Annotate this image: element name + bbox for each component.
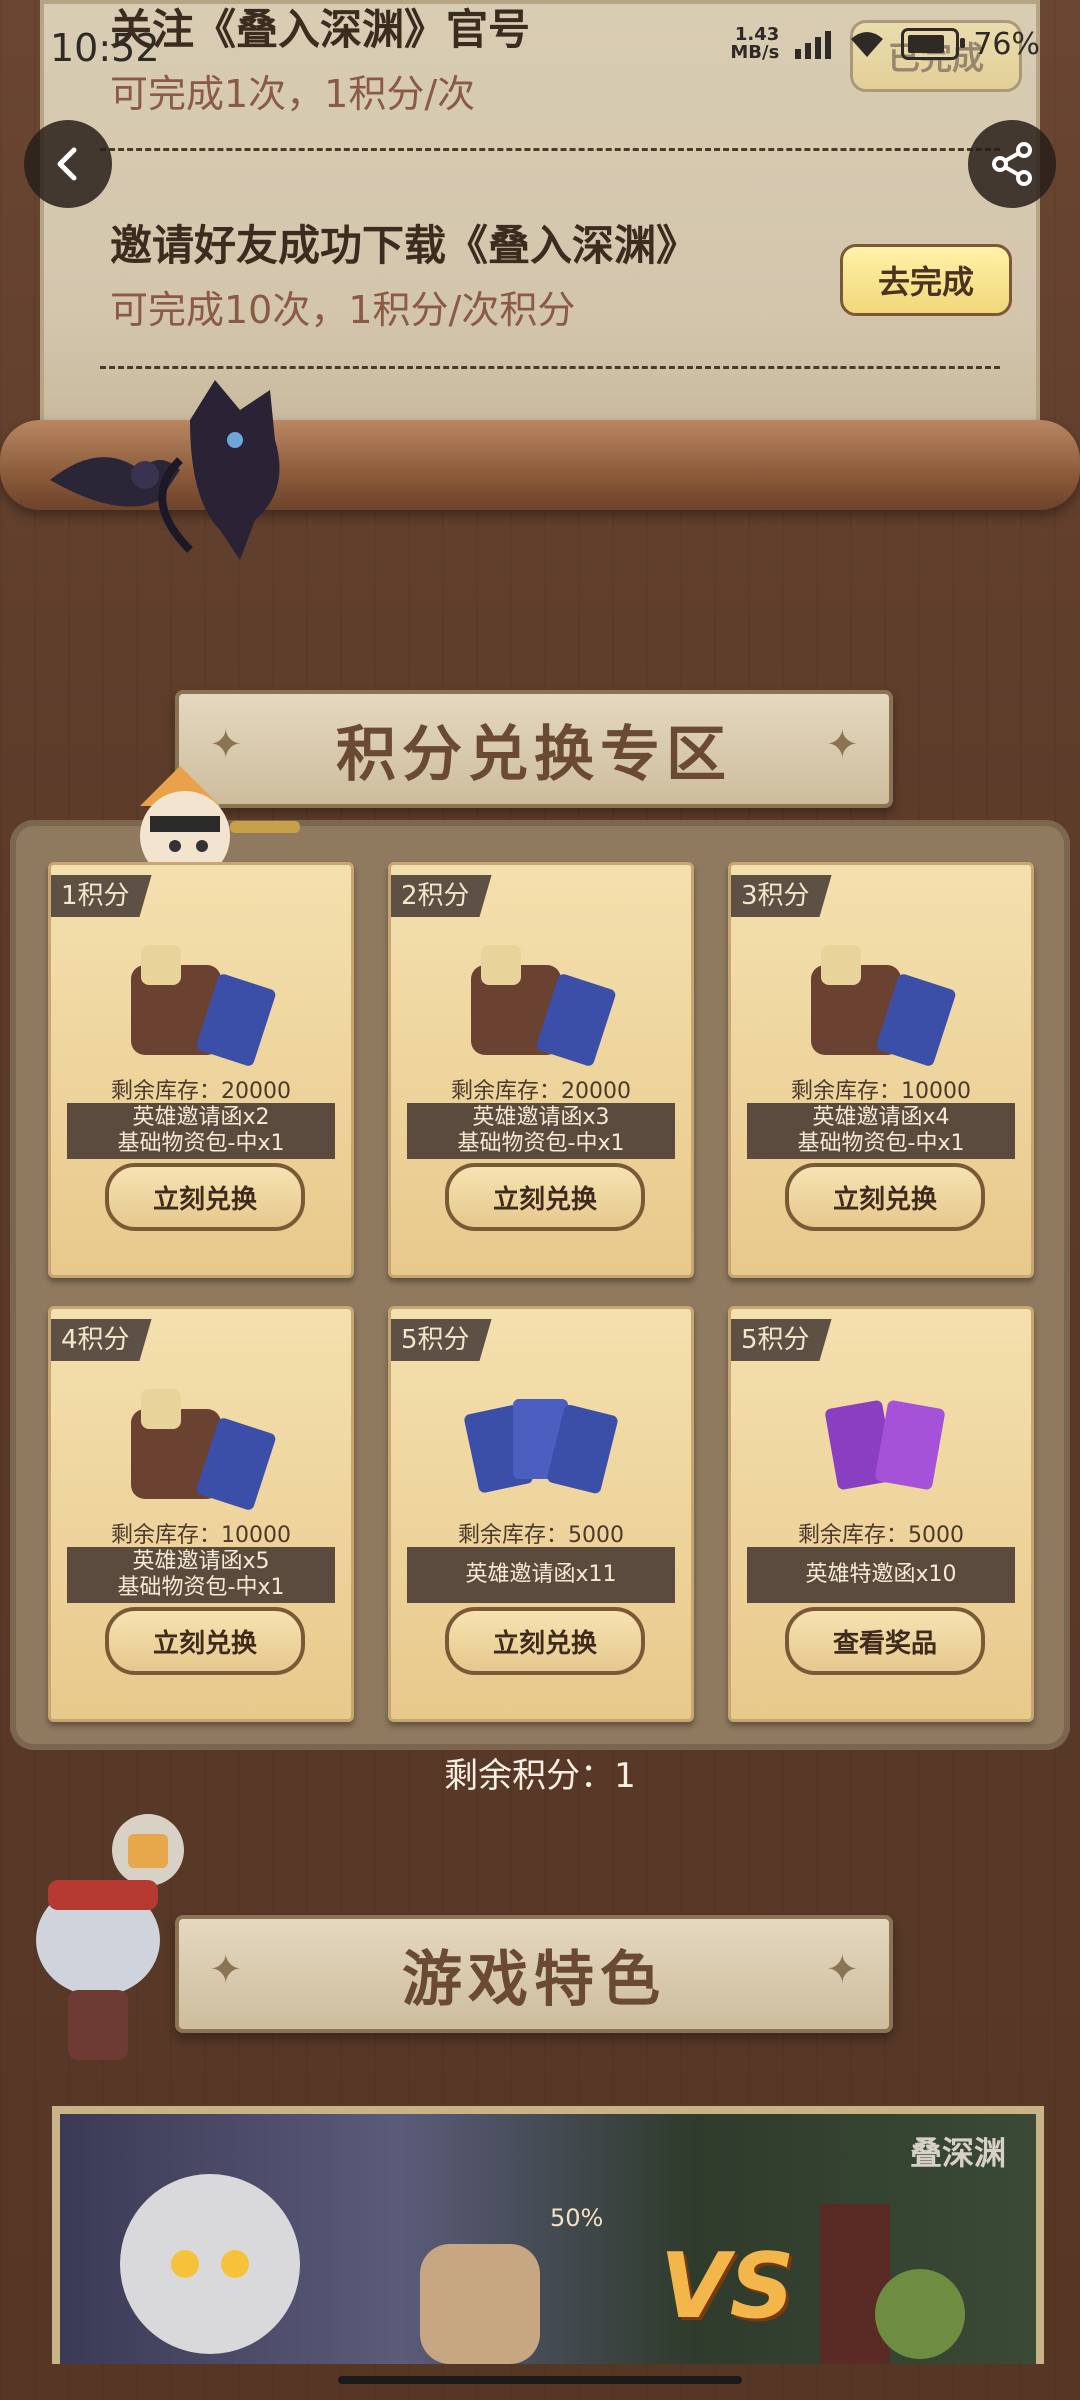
reward-line: 基础物资包-中x1 (117, 1131, 285, 1156)
exchange-card: 3积分 剩余库存：10000 英雄邀请函x4 基础物资包-中x1 立刻兑换 (728, 862, 1034, 1278)
reward-line: 基础物资包-中x1 (797, 1131, 965, 1156)
points-tag: 4积分 (51, 1319, 152, 1361)
exchange-card: 2积分 剩余库存：20000 英雄邀请函x3 基础物资包-中x1 立刻兑换 (388, 862, 694, 1278)
redeem-button[interactable]: 立刻兑换 (105, 1163, 305, 1231)
game-scene-illustration (120, 2174, 965, 2364)
redeem-button[interactable]: 立刻兑换 (785, 1163, 985, 1231)
home-indicator[interactable] (338, 2376, 742, 2384)
reward-line: 基础物资包-中x1 (457, 1131, 625, 1156)
network-speed: 1.43 MB/s (730, 26, 779, 62)
status-right-group: 1.43 MB/s 76% (730, 26, 1040, 62)
points-tag: 2积分 (391, 875, 492, 917)
battery-icon (901, 28, 966, 60)
reward-line: 英雄邀请函x2 (132, 1105, 270, 1130)
status-time: 10:52 (50, 26, 160, 70)
points-tag: 5积分 (391, 1319, 492, 1361)
status-bar: 10:52 1.43 MB/s 76% (0, 0, 1080, 100)
reward-description: 英雄邀请函x11 (407, 1547, 675, 1603)
stock-label: 剩余库存：5000 (458, 1523, 624, 1548)
reward-line: 英雄邀请函x3 (472, 1105, 610, 1130)
back-button[interactable] (24, 120, 112, 208)
reward-line: 英雄邀请函x11 (465, 1562, 617, 1587)
reward-bundle-icon (471, 945, 616, 1066)
stock-label: 剩余库存：10000 (111, 1523, 291, 1548)
battery-percent: 76% (973, 26, 1040, 62)
stock-label: 剩余库存：20000 (111, 1079, 291, 1104)
share-icon (992, 142, 1032, 186)
invitation-letters-icon (464, 1399, 618, 1494)
view-prizes-button[interactable]: 查看奖品 (785, 1607, 985, 1675)
speed-unit: MB/s (730, 42, 780, 63)
exchange-card: 5积分 剩余库存：5000 英雄特邀函x10 查看奖品 (728, 1306, 1034, 1722)
reward-description: 英雄特邀函x10 (747, 1547, 1015, 1603)
back-arrow-icon (57, 147, 77, 181)
reward-line: 英雄邀请函x4 (812, 1105, 950, 1130)
reward-description: 英雄邀请函x4 基础物资包-中x1 (747, 1103, 1015, 1159)
features-section-banner: 游戏特色 (175, 1915, 893, 2033)
divider (100, 148, 1000, 151)
damage-badge: 50% (550, 2204, 604, 2232)
bat-mascot-icon (50, 380, 280, 560)
reward-bundle-icon (131, 1389, 276, 1510)
reward-description: 英雄邀请函x2 基础物资包-中x1 (67, 1103, 335, 1159)
stock-label: 剩余库存：20000 (451, 1079, 631, 1104)
exchange-card: 4积分 剩余库存：10000 英雄邀请函x5 基础物资包-中x1 立刻兑换 (48, 1306, 354, 1722)
points-tag: 3积分 (731, 875, 832, 917)
points-tag: 1积分 (51, 875, 152, 917)
signal-icon (795, 31, 832, 59)
vs-text: VS (660, 2234, 795, 2339)
share-button[interactable] (968, 120, 1056, 208)
redeem-button[interactable]: 立刻兑换 (105, 1607, 305, 1675)
divider (100, 366, 1000, 369)
reward-line: 英雄邀请函x5 (132, 1549, 270, 1574)
section-title: 积分兑换专区 (336, 719, 732, 790)
exchange-card: 5积分 剩余库存：5000 英雄邀请函x11 立刻兑换 (388, 1306, 694, 1722)
task-go-button[interactable]: 去完成 (840, 244, 1012, 316)
game-logo: 叠深渊 (909, 2134, 1006, 2172)
stock-label: 剩余库存：10000 (791, 1079, 971, 1104)
points-tag: 5积分 (731, 1319, 832, 1361)
reward-line: 基础物资包-中x1 (117, 1575, 285, 1600)
exchange-card: 1积分 剩余库存：20000 英雄邀请函x2 基础物资包-中x1 立刻兑换 (48, 862, 354, 1278)
special-invitation-icon (825, 1400, 945, 1490)
wifi-icon (851, 32, 884, 57)
remaining-points: 剩余积分：1 (444, 1756, 636, 1796)
section-title: 游戏特色 (402, 1944, 666, 2015)
reward-description: 英雄邀请函x3 基础物资包-中x1 (407, 1103, 675, 1159)
feature-image: 50% VS 叠深渊 (52, 2106, 1044, 2364)
stock-label: 剩余库存：5000 (798, 1523, 964, 1548)
reward-description: 英雄邀请函x5 基础物资包-中x1 (67, 1547, 335, 1603)
reward-bundle-icon (811, 945, 956, 1066)
reward-line: 英雄特邀函x10 (805, 1562, 957, 1587)
redeem-button[interactable]: 立刻兑换 (445, 1163, 645, 1231)
redeem-button[interactable]: 立刻兑换 (445, 1607, 645, 1675)
reward-bundle-icon (131, 945, 276, 1066)
